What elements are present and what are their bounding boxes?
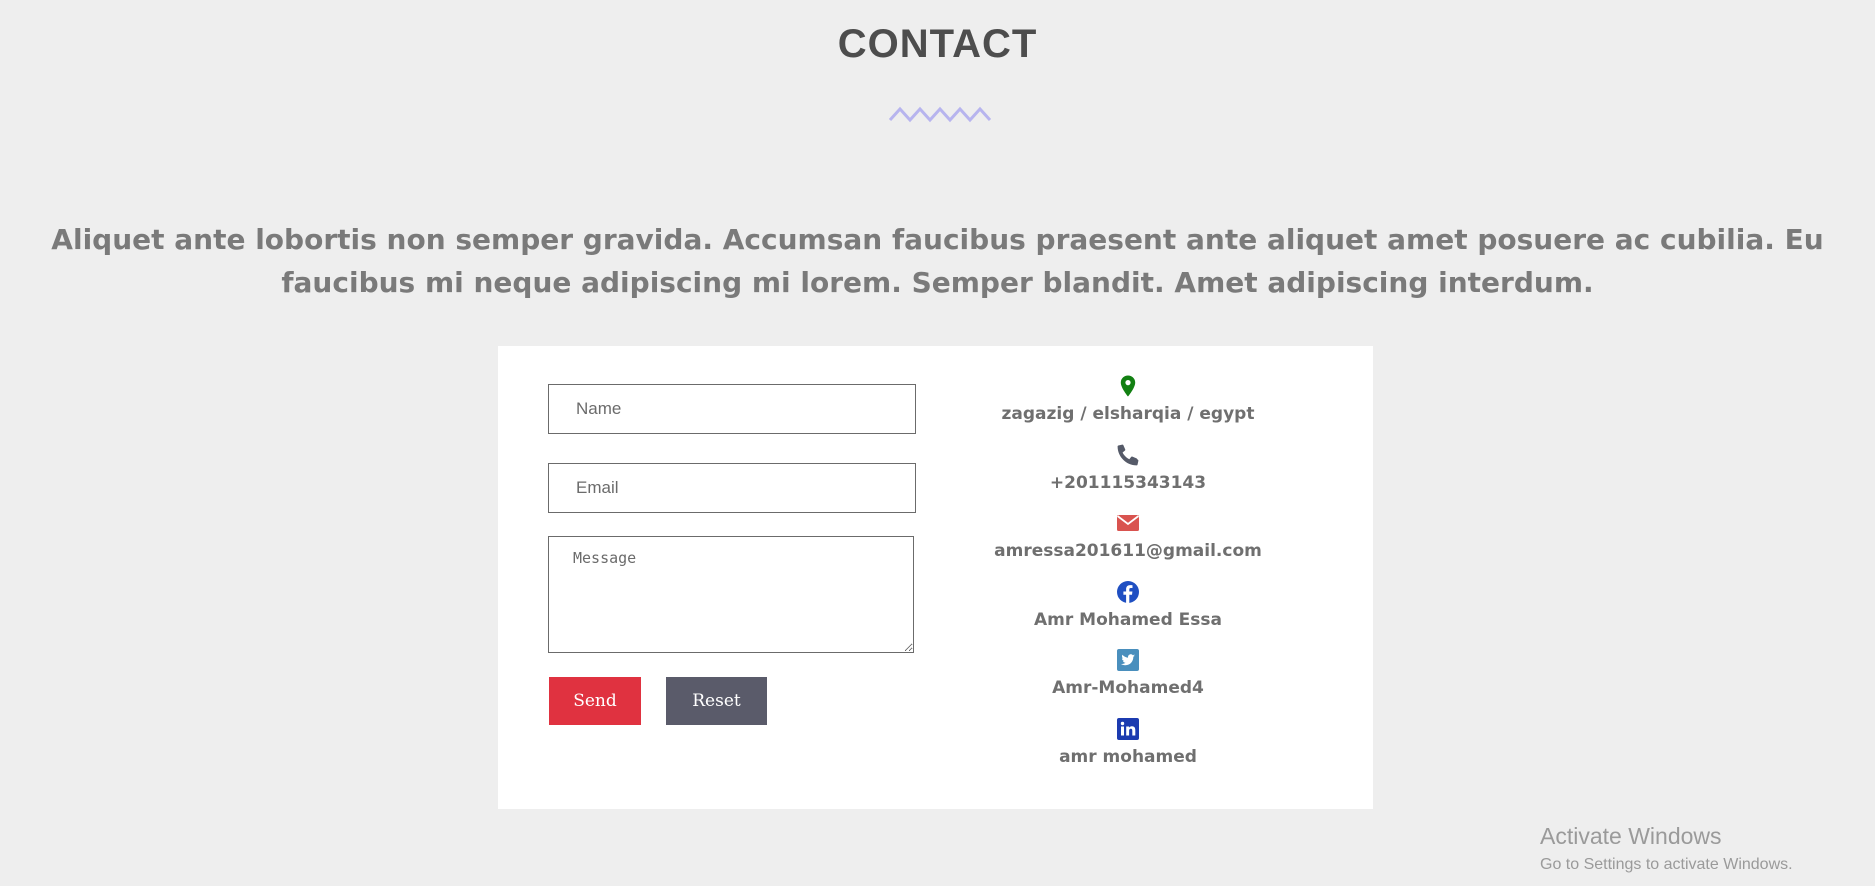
twitter-text: Amr-Mohamed4 [1052,678,1204,698]
reset-button[interactable]: Reset [666,677,767,725]
facebook-text: Amr Mohamed Essa [1034,609,1222,630]
contact-card: Send Reset zagazig / elsharqia / egypt +… [498,346,1373,809]
info-item-email: amressa201611@gmail.com [978,511,1278,580]
info-item-phone: +201115343143 [978,443,1278,512]
name-field[interactable] [548,384,916,434]
email-field[interactable] [548,463,916,513]
message-field[interactable] [548,536,914,653]
info-item-location: zagazig / elsharqia / egypt [978,374,1278,443]
zigzag-divider [888,106,992,123]
send-button[interactable]: Send [549,677,641,725]
location-text: zagazig / elsharqia / egypt [1001,404,1255,424]
windows-activation-watermark: Activate Windows Go to Settings to activ… [1540,822,1793,876]
twitter-icon [1117,649,1139,671]
linkedin-icon [1117,717,1139,740]
page-title: CONTACT [837,22,1038,66]
contact-info-list: zagazig / elsharqia / egypt +20111534314… [978,374,1278,785]
watermark-title: Activate Windows [1540,823,1722,849]
envelope-icon [1116,515,1140,531]
facebook-icon [1117,580,1139,603]
watermark-subtitle: Go to Settings to activate Windows. [1540,856,1793,873]
info-item-linkedin: amr mohamed [978,717,1278,786]
linkedin-text: amr mohamed [1059,746,1197,767]
email-text: amressa201611@gmail.com [994,541,1262,561]
intro-paragraph: Aliquet ante lobortis non semper gravida… [51,223,1824,299]
info-item-facebook: Amr Mohamed Essa [978,580,1278,649]
phone-text: +201115343143 [1049,472,1207,493]
phone-icon [1117,444,1139,465]
location-pin-icon [1120,375,1136,397]
info-item-twitter: Amr-Mohamed4 [978,648,1278,717]
